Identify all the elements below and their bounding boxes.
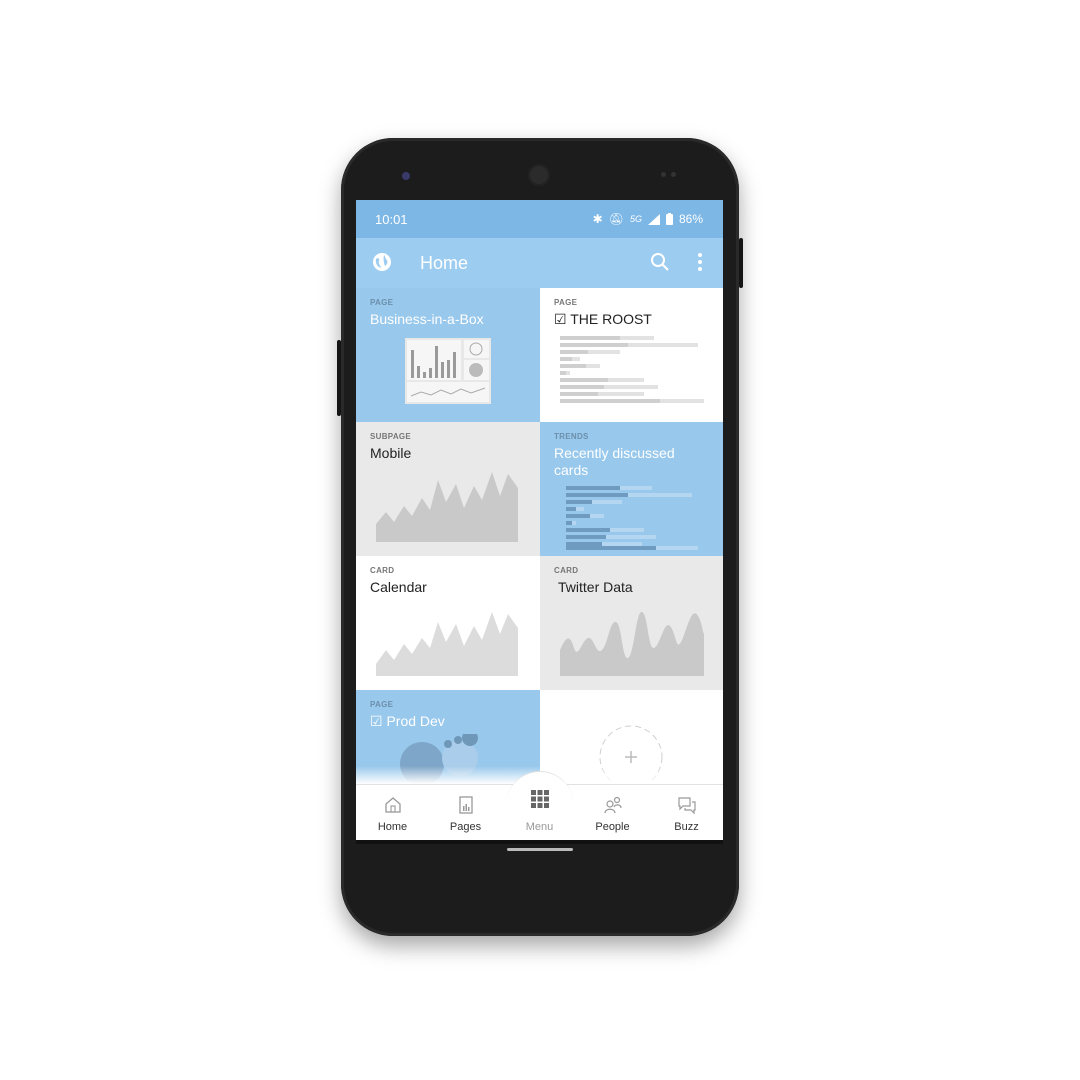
more-vert-icon[interactable] bbox=[696, 251, 704, 273]
earpiece-speaker bbox=[528, 164, 550, 186]
nav-label: Pages bbox=[449, 821, 482, 833]
status-icons: ✱ 🔕︎ 5G 86% bbox=[593, 212, 703, 226]
tile-kind: PAGE bbox=[370, 700, 394, 709]
gesture-bar-area bbox=[356, 840, 723, 844]
network-label: 5G bbox=[629, 214, 642, 224]
nav-pages[interactable]: Pages bbox=[429, 785, 502, 841]
area-chart-thumbnail bbox=[376, 472, 518, 542]
tile-the-roost[interactable]: PAGE ☑ THE ROOST bbox=[540, 288, 723, 422]
tile-title: Recently discussed cards bbox=[554, 445, 675, 478]
wave-chart-thumbnail bbox=[560, 611, 704, 676]
tile-kind: PAGE bbox=[554, 298, 578, 307]
globe-icon[interactable] bbox=[372, 252, 392, 272]
home-icon bbox=[385, 797, 401, 813]
screen: 10:01 ✱ 🔕︎ 5G 86% Home PAGE Business-in-… bbox=[356, 200, 723, 844]
nav-buzz[interactable]: Buzz bbox=[650, 785, 723, 841]
mute-icon: 🔕︎ bbox=[608, 212, 624, 226]
tile-kind: SUBPAGE bbox=[370, 432, 412, 441]
home-indicator[interactable] bbox=[507, 848, 573, 851]
tile-kind: PAGE bbox=[370, 298, 394, 307]
tile-recently-discussed[interactable]: TRENDS Recently discussed cards bbox=[540, 422, 723, 556]
tile-mobile[interactable]: SUBPAGE Mobile bbox=[356, 422, 540, 556]
proximity-sensor bbox=[661, 172, 666, 177]
tile-kind: CARD bbox=[370, 566, 395, 575]
lines-thumbnail bbox=[560, 336, 704, 403]
nav-menu[interactable]: Menu bbox=[503, 785, 576, 841]
battery-icon bbox=[665, 213, 673, 225]
pages-icon bbox=[459, 796, 473, 814]
dashboard-thumbnail bbox=[405, 338, 491, 404]
tile-twitter-data[interactable]: CARD Twitter Data bbox=[540, 556, 723, 690]
grid-menu-icon bbox=[531, 790, 549, 808]
nav-label: Buzz bbox=[674, 821, 699, 833]
tile-title: ☑ THE ROOST bbox=[554, 311, 652, 327]
bluetooth-icon: ✱ bbox=[592, 212, 603, 226]
search-icon[interactable] bbox=[650, 252, 670, 272]
nav-people[interactable]: People bbox=[576, 785, 649, 841]
bars-thumbnail bbox=[566, 486, 698, 550]
people-icon bbox=[604, 796, 622, 814]
tile-business-in-a-box[interactable]: PAGE Business-in-a-Box bbox=[356, 288, 540, 422]
light-sensor bbox=[671, 172, 676, 177]
page-title: Home bbox=[420, 253, 469, 273]
tile-title: Calendar bbox=[370, 579, 427, 595]
tile-title: Twitter Data bbox=[558, 579, 633, 595]
chat-icon bbox=[678, 797, 696, 815]
tile-title: Business-in-a-Box bbox=[370, 311, 484, 327]
nav-label: Menu bbox=[525, 821, 554, 833]
nav-home[interactable]: Home bbox=[356, 785, 429, 841]
volume-button bbox=[337, 340, 341, 416]
status-time: 10:01 bbox=[375, 212, 408, 227]
nav-label: People bbox=[595, 821, 630, 833]
tile-title: ☑ Prod Dev bbox=[370, 713, 445, 729]
status-bar: 10:01 ✱ 🔕︎ 5G 86% bbox=[356, 200, 723, 238]
bottom-nav: Home Pages Menu People Buzz bbox=[356, 771, 723, 841]
tile-calendar[interactable]: CARD Calendar bbox=[356, 556, 540, 690]
nav-label: Home bbox=[377, 821, 408, 833]
tile-title: Mobile bbox=[370, 445, 412, 461]
app-bar: Home bbox=[356, 238, 723, 288]
tile-kind: CARD bbox=[554, 566, 579, 575]
battery-percent: 86% bbox=[678, 212, 703, 226]
tile-kind: TRENDS bbox=[554, 432, 589, 441]
front-camera-icon bbox=[402, 172, 410, 180]
area-chart-thumbnail bbox=[376, 612, 518, 676]
signal-icon bbox=[647, 213, 660, 225]
power-button bbox=[739, 238, 743, 288]
